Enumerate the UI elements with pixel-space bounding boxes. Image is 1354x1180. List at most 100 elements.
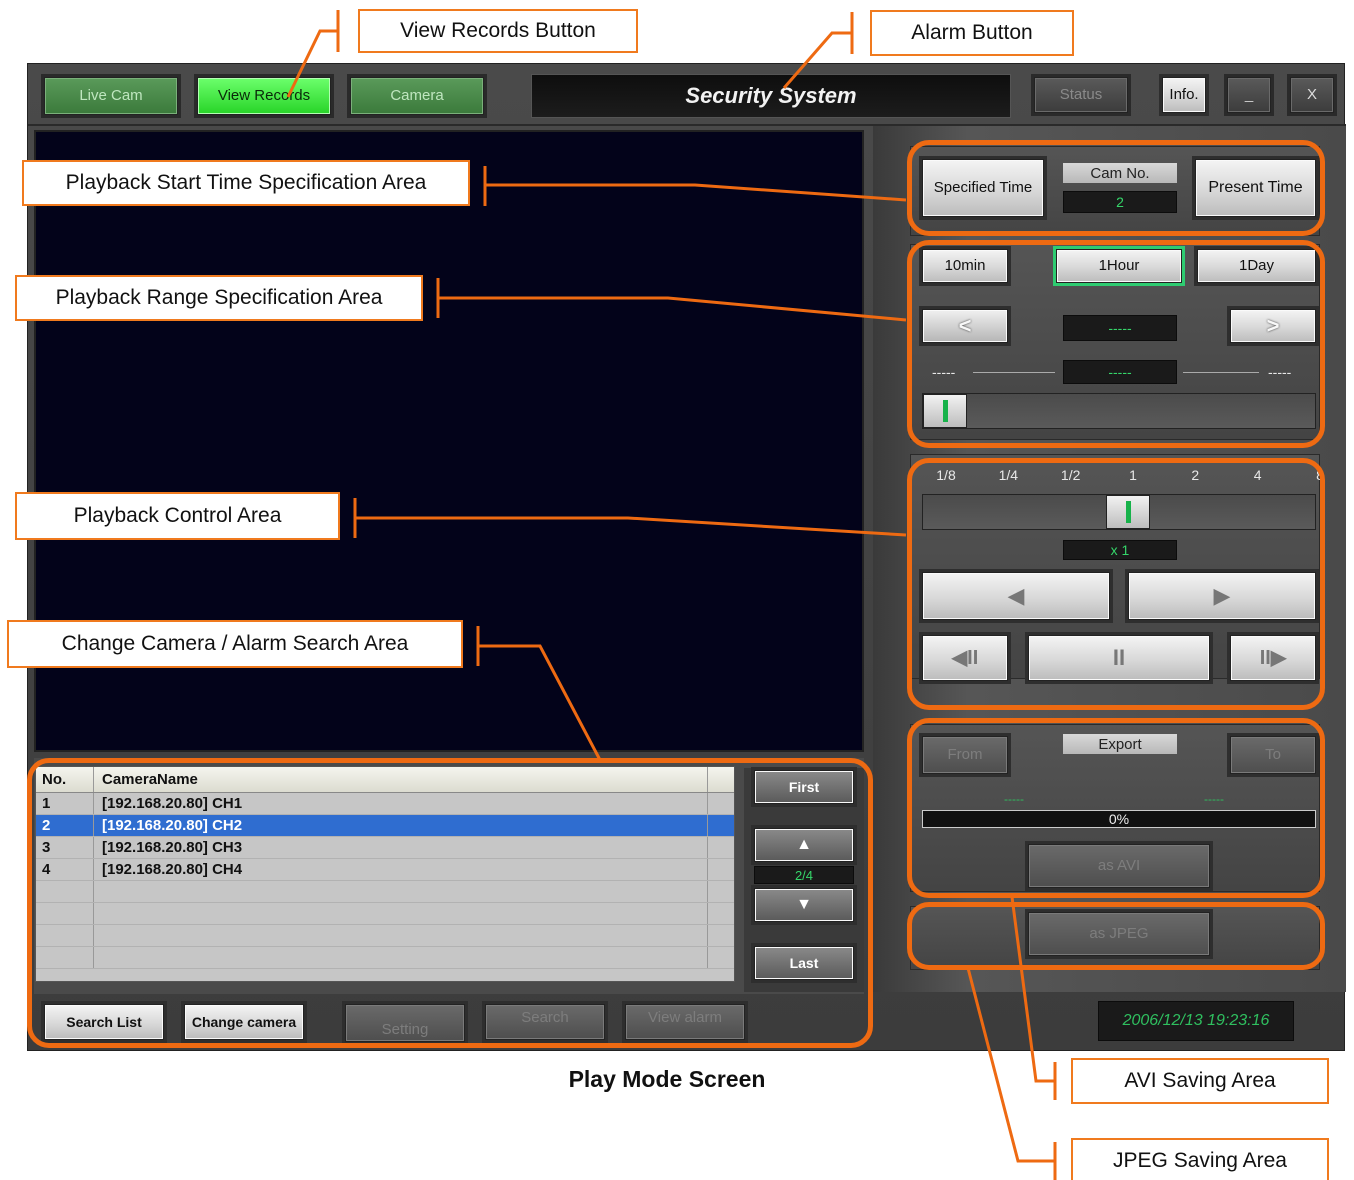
cell-camera-name <box>94 925 708 946</box>
camera-button[interactable]: Camera <box>350 77 484 115</box>
speed-tick-label: 1/4 <box>998 467 1019 483</box>
range-prev-button[interactable]: < <box>922 309 1008 343</box>
callout-start-time: Playback Start Time Specification Area <box>22 160 470 206</box>
speed-tick-label: 4 <box>1253 467 1262 483</box>
cell-filler <box>708 815 734 836</box>
step-back-button[interactable]: ◀II <box>922 635 1008 681</box>
table-row[interactable] <box>36 925 734 947</box>
setting-button[interactable]: Setting <box>345 1004 465 1042</box>
table-body: 1 [192.168.20.80] CH1 2 [192.168.20.80] CH2… <box>36 793 734 969</box>
export-to-time: ----- <box>1204 792 1224 806</box>
save-avi-button[interactable]: as AVI <box>1028 844 1210 888</box>
cell-camera-name <box>94 881 708 902</box>
list-down-button[interactable]: ▼ <box>754 888 854 922</box>
export-progress-bar: 0% <box>922 810 1316 828</box>
figure-caption: Play Mode Screen <box>568 1065 766 1092</box>
cell-no <box>36 881 94 902</box>
list-page-display: 2/4 <box>754 866 854 884</box>
range-left-time: ----- <box>932 364 956 380</box>
range-10min-button[interactable]: 10min <box>922 249 1008 283</box>
search-list-button[interactable]: Search List <box>44 1004 164 1040</box>
table-row[interactable] <box>36 903 734 925</box>
cell-camera-name <box>94 903 708 924</box>
table-row[interactable]: 3 [192.168.20.80] CH3 <box>36 837 734 859</box>
step-forward-button[interactable]: II▶ <box>1230 635 1316 681</box>
cell-camera-name: [192.168.20.80] CH4 <box>94 859 708 880</box>
column-header-no[interactable]: No. <box>36 767 94 792</box>
table-row[interactable]: 1 [192.168.20.80] CH1 <box>36 793 734 815</box>
cam-no-display: 2 <box>1063 191 1177 213</box>
speed-tick-label: 1 <box>1129 467 1137 483</box>
chevron-left-icon: < <box>958 312 972 338</box>
range-next-button[interactable]: > <box>1230 309 1316 343</box>
play-reverse-icon: ◀ <box>1007 582 1025 608</box>
table-row[interactable] <box>36 947 734 969</box>
cell-no <box>36 947 94 968</box>
cell-filler <box>708 925 734 946</box>
save-jpeg-button[interactable]: as JPEG <box>1028 912 1210 956</box>
cell-filler <box>708 859 734 880</box>
table-row[interactable]: 4 [192.168.20.80] CH4 <box>36 859 734 881</box>
pause-button[interactable]: II <box>1028 635 1210 681</box>
step-forward-icon: II▶ <box>1259 647 1287 669</box>
callout-alarm: Alarm Button <box>870 10 1074 56</box>
cell-no: 4 <box>36 859 94 880</box>
live-cam-button[interactable]: Live Cam <box>44 77 178 115</box>
datetime-display: 2006/12/13 19:23:16 <box>1098 1001 1294 1041</box>
range-slider-thumb[interactable] <box>923 394 967 428</box>
export-to-button[interactable]: To <box>1230 736 1316 774</box>
cell-filler <box>708 837 734 858</box>
view-alarm-button[interactable]: View alarm <box>625 1004 745 1040</box>
change-camera-button[interactable]: Change camera <box>184 1004 304 1040</box>
callout-avi: AVI Saving Area <box>1071 1058 1329 1104</box>
table-row[interactable]: 2 [192.168.20.80] CH2 <box>36 815 734 837</box>
cell-camera-name: [192.168.20.80] CH2 <box>94 815 708 836</box>
cell-camera-name: [192.168.20.80] CH3 <box>94 837 708 858</box>
column-header-camera-name[interactable]: CameraName <box>94 767 708 792</box>
export-label: Export <box>1063 734 1177 754</box>
range-1day-button[interactable]: 1Day <box>1197 249 1316 283</box>
cell-filler <box>708 793 734 814</box>
title-bar[interactable]: Security System <box>531 74 1011 118</box>
table-row[interactable] <box>36 881 734 903</box>
cell-filler <box>708 903 734 924</box>
cell-no <box>36 903 94 924</box>
list-last-button[interactable]: Last <box>754 946 854 980</box>
search-button[interactable]: Search <box>485 1004 605 1040</box>
minimize-button[interactable]: _ <box>1227 77 1271 113</box>
export-from-button[interactable]: From <box>922 736 1008 774</box>
callout-range: Playback Range Specification Area <box>15 275 423 321</box>
info-button[interactable]: Info. <box>1162 77 1206 113</box>
status-button[interactable]: Status <box>1034 77 1128 113</box>
list-first-button[interactable]: First <box>754 770 854 804</box>
play-button[interactable]: ▶ <box>1128 572 1316 620</box>
range-1hour-button[interactable]: 1Hour <box>1056 249 1182 283</box>
range-right-time: ----- <box>1268 364 1292 380</box>
range-current-display: ----- <box>1063 315 1177 341</box>
range-slider-track[interactable] <box>922 393 1316 429</box>
speed-slider-thumb[interactable] <box>1106 495 1150 529</box>
arrow-up-icon: ▲ <box>796 836 812 854</box>
range-center-time: ----- <box>1063 360 1177 384</box>
list-up-button[interactable]: ▲ <box>754 828 854 862</box>
callout-control: Playback Control Area <box>15 492 340 540</box>
specified-time-button[interactable]: Specified Time <box>922 159 1044 217</box>
callout-jpeg: JPEG Saving Area <box>1071 1138 1329 1180</box>
cell-no: 3 <box>36 837 94 858</box>
view-records-button[interactable]: View Records <box>197 77 331 115</box>
callout-camera: Change Camera / Alarm Search Area <box>7 620 463 668</box>
close-button[interactable]: X <box>1290 77 1334 113</box>
camera-list-table[interactable]: No. CameraName 1 [192.168.20.80] CH1 2 [192… <box>35 766 735 982</box>
step-back-icon: ◀II <box>951 647 979 669</box>
cell-filler <box>708 947 734 968</box>
rewind-button[interactable]: ◀ <box>922 572 1110 620</box>
speed-display: x 1 <box>1063 540 1177 560</box>
cell-no <box>36 925 94 946</box>
speed-tick-label: 2 <box>1191 467 1200 483</box>
play-icon: ▶ <box>1213 582 1231 608</box>
cell-no: 1 <box>36 793 94 814</box>
cam-no-label: Cam No. <box>1063 163 1177 183</box>
speed-tick-label: 1/2 <box>1060 467 1081 483</box>
arrow-down-icon: ▼ <box>796 896 812 914</box>
present-time-button[interactable]: Present Time <box>1195 159 1316 217</box>
